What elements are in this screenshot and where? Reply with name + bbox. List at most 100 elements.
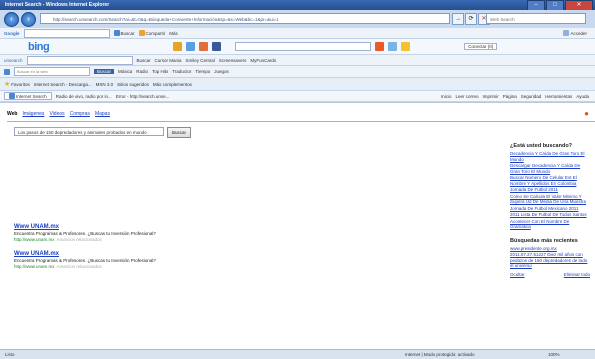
forward-icon[interactable]: › [21,11,36,27]
toolbar4-item-2[interactable]: Top Hits [152,69,168,74]
favorites-button[interactable]: ★ Favoritos [4,80,30,88]
refresh-icon[interactable]: ⟳ [465,13,477,25]
facebook-icon[interactable] [212,42,222,51]
delete-all-link[interactable]: Eliminar todo [564,272,590,277]
more-button[interactable]: Más [169,31,178,36]
share-button[interactable]: Compartir [138,30,165,36]
query-input[interactable]: Los pasos de 150 depredadores y animales… [14,127,164,136]
home-button[interactable]: Inicio [441,94,452,99]
related-searches: ¿Está usted buscando? Decadencia Y Caída… [510,143,590,277]
recent-link[interactable]: www.presidente.org.mx [510,246,590,252]
related-link[interactable]: Buscar Numero De Celular Ext El Nombre Y… [510,175,590,186]
google-search-input[interactable] [23,28,110,38]
favorites-label: Favoritos [11,81,30,87]
url-actions: → ⟳ ✕ [452,13,490,25]
result-url-line: http://www.unam.mx Anuncios relacionados [14,237,234,242]
browser-search-input[interactable]: Web Search [486,13,586,24]
weather-icon[interactable] [388,42,398,51]
toolbar3-item-4[interactable]: MyFunCards [250,58,276,63]
result-title[interactable]: Www UNAM.mx [14,251,234,257]
address-bar: ‹ › http://search.unsearch.com/Search?ai… [0,10,595,28]
query-search-button[interactable]: Buscar [167,127,192,138]
recent-actions: Ocultar Eliminar todo [510,272,590,277]
result-item: Www UNAM.mx Encuentra Programas & Profes… [14,224,234,242]
sun-icon[interactable] [401,42,411,51]
settings-icon [563,30,570,36]
signin-button[interactable]: Acceder [563,30,587,36]
tab-shopping[interactable]: Compras [70,111,90,117]
news-icon[interactable] [173,42,183,51]
related-link[interactable]: Acontecer Con El Nombre De Gramatica [510,219,590,230]
tab-web[interactable]: Web [7,111,17,117]
google-search-button[interactable]: Buscar [113,30,135,36]
favorite-item-0[interactable]: Internet Search - Descarga... [34,82,92,87]
print-button[interactable]: Imprimir [483,94,499,99]
page-content: Web Imágenes Videos Compras Mapas ● Los … [0,102,595,350]
toolbar-search-placeholder: Buscar en la web [17,69,48,74]
related-link[interactable]: Descargar Decadencia Y Caída De Gran Tor… [510,163,590,174]
share-icon [138,30,145,36]
back-icon[interactable]: ‹ [4,11,19,27]
go-icon[interactable]: → [452,13,464,25]
toolbar4-item-1[interactable]: Radio [136,69,148,74]
unsearch-input[interactable] [26,55,133,65]
mail-icon[interactable] [375,42,385,51]
toolbar4-item-0[interactable]: Música [118,69,132,74]
search-tabs: Web Imágenes Videos Compras Mapas [7,111,110,117]
related-link[interactable]: Jornada De Futbol 2011 [510,187,590,193]
toolbar4-item-3[interactable]: Traductor [172,69,191,74]
bing-search-input[interactable] [235,42,372,51]
page-menu[interactable]: Página [503,94,517,99]
toolbar3-item-0[interactable]: Buscar [137,58,151,63]
tab-videos[interactable]: Videos [49,111,64,117]
connect-button[interactable]: Conectar (0) [464,43,498,50]
toolbar3-item-3[interactable]: Screensavers [219,58,247,63]
google-search-label: Buscar [120,30,135,36]
tab-internet-search[interactable]: Internet Search [4,92,52,100]
favorite-item-2[interactable]: Sitios sugeridos [117,82,149,87]
recent-link[interactable]: 2011.07.27.51227 Diez mil años con pedaz… [510,252,590,269]
search-placeholder: Web Search [490,17,515,22]
toolbar-search-button[interactable]: Buscar [94,69,115,74]
toolbar4-item-5[interactable]: Juegos [214,69,229,74]
related-link[interactable]: Jornada De Futbol Mexicano 2011 [510,206,590,212]
tab-error[interactable]: Error - http://search.unse... [116,94,170,99]
toolbar3-item-2[interactable]: Smiley Central [186,58,215,63]
window-title: Internet Search - Windows Internet Explo… [5,2,110,8]
favorite-item-3[interactable]: Más complementos [153,82,192,87]
result-meta: Anuncios relacionados [56,264,102,269]
hide-link[interactable]: Ocultar [510,272,525,277]
tab-maps[interactable]: Mapas [95,111,110,117]
tab-images[interactable]: Imágenes [22,111,44,117]
result-url[interactable]: http://www.unam.mx [14,237,55,242]
maps-icon[interactable] [186,42,196,51]
toolbar-search-input[interactable]: Buscar en la web [14,67,90,76]
google-logo: Google [4,30,20,36]
divider [7,121,595,122]
favorite-item-1[interactable]: MSN 3.0 [96,82,114,87]
related-link[interactable]: Como Se Calcula El Valor Minimo Y Supera… [510,194,590,205]
url-field[interactable]: http://search.unsearch.com/Search?ai=&t=… [40,13,450,24]
tab-radio[interactable]: Radio de vivo, radio por in... [56,94,112,99]
related-link[interactable]: 2011 Lista De Futbol De Todos Santos [510,212,590,218]
search-icon [113,30,120,36]
brand-logo-icon: ● [584,109,589,118]
result-snippet: Encuentra Programas & Profesores. ¿Busca… [14,258,156,263]
result-url-line: http://www.unam.mx Anuncios relacionados [14,264,234,269]
toolbar3-item-1[interactable]: Cursor Mania [155,58,182,63]
safety-menu[interactable]: Seguridad [521,94,542,99]
search-toolbar: Buscar en la web Buscar Música Radio Top… [0,66,595,78]
result-item: Www UNAM.mx Encuentra Programas & Profes… [14,251,234,269]
command-bar: Internet Search Radio de vivo, radio por… [0,91,595,102]
read-mail-button[interactable]: Leer correo [455,94,478,99]
toolbar4-item-4[interactable]: Tiempo [195,69,210,74]
related-link[interactable]: Decadencia Y Caída De Gran Toro El Mundo [510,151,590,162]
title-bar: Internet Search - Windows Internet Explo… [0,0,595,11]
favorites-bar: ★ Favoritos Internet Search - Descarga...… [0,78,595,91]
tools-menu[interactable]: Herramientas [545,94,572,99]
result-title[interactable]: Www UNAM.mx [14,224,234,230]
bing-toolbar: bing Conectar (0) [0,39,595,55]
result-url[interactable]: http://www.unam.mx [14,264,55,269]
help-menu[interactable]: Ayuda [576,94,589,99]
shopping-icon[interactable] [199,42,209,51]
